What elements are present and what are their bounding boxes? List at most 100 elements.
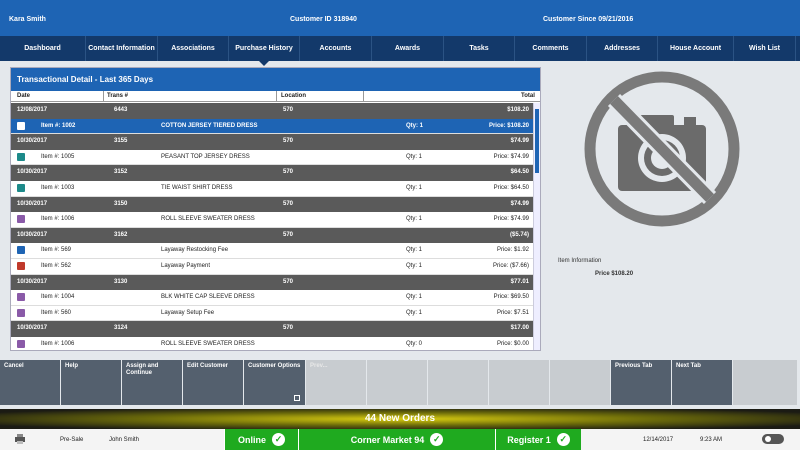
- txn-total: $74.99: [510, 138, 529, 145]
- tab-accounts[interactable]: Accounts: [300, 36, 372, 61]
- item-number: Item #: 1003: [41, 184, 75, 191]
- transaction-row[interactable]: 10/30/2017 3150 570 $74.99: [11, 196, 535, 213]
- txn-date: 10/30/2017: [17, 138, 48, 145]
- help-button[interactable]: Help: [61, 360, 121, 405]
- transaction-row[interactable]: 10/30/2017 3162 570 ($5.74): [11, 227, 535, 244]
- item-description: PEASANT TOP JERSEY DRESS: [161, 153, 250, 160]
- col-date: Date: [17, 93, 31, 99]
- item-number: Item #: 1005: [41, 153, 75, 160]
- cashier-name: John Smith: [109, 437, 140, 443]
- item-price: Price: $1.92: [496, 247, 529, 254]
- item-price: Price: $74.99: [493, 153, 529, 160]
- customer-options-button[interactable]: Customer Options: [244, 360, 305, 405]
- item-row[interactable]: Item #: 562 Layaway Payment Qty: 1 Price: (…: [11, 258, 535, 275]
- tab-tasks[interactable]: Tasks: [444, 36, 515, 61]
- previous-tab-button[interactable]: Previous Tab: [611, 360, 671, 405]
- txn-location: 570: [283, 200, 294, 207]
- check-icon: ✓: [272, 433, 285, 446]
- txn-number: 3162: [114, 231, 128, 238]
- tab-comments[interactable]: Comments: [515, 36, 587, 61]
- button-label: Help: [65, 363, 79, 369]
- item-number: Item #: 1004: [41, 294, 75, 301]
- tab-dashboard[interactable]: Dashboard: [0, 36, 86, 61]
- item-row[interactable]: Item #: 1005 PEASANT TOP JERSEY DRESS Qty:…: [11, 149, 535, 166]
- transaction-row[interactable]: 10/30/2017 3152 570 $64.50: [11, 165, 535, 181]
- assign-and-continue-button[interactable]: Assign and Continue: [122, 360, 182, 405]
- item-qty: Qty: 1: [406, 216, 423, 223]
- item-number: Item #: 1006: [41, 340, 75, 347]
- item-row[interactable]: Item #: 560 Layaway Setup Fee Qty: 1 Price:…: [11, 305, 535, 322]
- item-row[interactable]: Item #: 1006 ROLL SLEEVE SWEATER DRESS Qty…: [11, 212, 535, 228]
- list-scrollbar[interactable]: [533, 103, 540, 350]
- cancel-button[interactable]: Cancel: [0, 360, 60, 405]
- status-time: 9:23 AM: [700, 437, 723, 443]
- empty-button: [428, 360, 488, 405]
- transaction-row[interactable]: 12/08/2017 6443 570 $108.20: [11, 103, 535, 119]
- txn-total: $74.99: [510, 200, 529, 207]
- txn-date: 10/30/2017: [17, 200, 48, 207]
- item-row[interactable]: Item #: 1003 TIE WAIST SHIRT DRESS Qty: 1 P…: [11, 180, 535, 197]
- txn-total: $17.00: [510, 325, 529, 332]
- tab-addresses[interactable]: Addresses: [587, 36, 658, 61]
- bag-icon: [17, 246, 25, 255]
- button-label: Next Tab: [676, 363, 701, 369]
- button-label: Edit Customer: [187, 363, 229, 369]
- tab-house-account[interactable]: House Account: [658, 36, 734, 61]
- pk-icon: [17, 293, 25, 302]
- txn-number: 6443: [114, 107, 128, 113]
- item-price: Price: $7.51: [496, 309, 529, 316]
- tab-awards[interactable]: Awards: [372, 36, 444, 61]
- go-icon: [17, 152, 25, 161]
- txn-location: 570: [283, 138, 294, 145]
- txn-number: 3152: [114, 169, 128, 176]
- item-number: Item #: 569: [41, 247, 72, 254]
- col-divider: [103, 91, 104, 101]
- pk-icon: [17, 339, 25, 348]
- txn-location: 570: [283, 231, 294, 238]
- register-status: Register 1 ✓: [495, 429, 581, 450]
- txn-date: 10/30/2017: [17, 169, 48, 176]
- tab-purchase-history[interactable]: Purchase History: [229, 36, 300, 66]
- edit-customer-button[interactable]: Edit Customer: [183, 360, 243, 405]
- item-description: ROLL SLEEVE SWEATER DRESS: [161, 340, 255, 347]
- col-location: Location: [281, 93, 306, 99]
- item-description: ROLL SLEEVE SWEATER DRESS: [161, 216, 255, 223]
- item-price: Price: $74.99: [493, 216, 529, 223]
- tab-wish-list[interactable]: Wish List: [734, 36, 796, 61]
- next-tab-button[interactable]: Next Tab: [672, 360, 732, 405]
- item-row[interactable]: Item #: 569 Layaway Restocking Fee Qty: 1 P…: [11, 243, 535, 259]
- empty-button: [733, 360, 797, 405]
- item-description: Layaway Restocking Fee: [161, 247, 229, 254]
- txn-location: 570: [283, 107, 294, 113]
- transaction-row[interactable]: 10/30/2017 3155 570 $74.99: [11, 134, 535, 150]
- column-header: Date Trans # Location Total: [11, 91, 540, 102]
- item-row[interactable]: Item #: 1002 COTTON JERSEY TIERED DRESS Qt…: [11, 118, 535, 135]
- transaction-list[interactable]: 12/08/2017 6443 570 $108.20 Item #: 1002 COTT…: [11, 103, 535, 350]
- empty-button: [367, 360, 427, 405]
- item-description: TIE WAIST SHIRT DRESS: [161, 184, 233, 191]
- item-number: Item #: 562: [41, 262, 72, 269]
- panel-title: Transactional Detail - Last 365 Days: [11, 68, 540, 91]
- item-row[interactable]: Item #: 1004 BLK WHITE CAP SLEEVE DRESS Qt…: [11, 290, 535, 306]
- bag-icon: [17, 121, 25, 130]
- tab-contact-information[interactable]: Contact Information: [86, 36, 158, 61]
- item-qty: Qty: 1: [406, 294, 423, 301]
- item-info-label: Item Information: [558, 258, 602, 264]
- store-status: Corner Market 94 ✓: [298, 429, 495, 450]
- transaction-row[interactable]: 10/30/2017 3130 570 $77.01: [11, 274, 535, 291]
- item-number: Item #: 1006: [41, 216, 75, 223]
- check-icon: ✓: [556, 433, 570, 446]
- transaction-panel: Transactional Detail - Last 365 Days Dat…: [10, 67, 541, 351]
- scrollbar-thumb[interactable]: [535, 109, 539, 173]
- transaction-row[interactable]: 10/30/2017 3124 570 $17.00: [11, 321, 535, 337]
- item-qty: Qty: 0: [406, 340, 423, 347]
- toggle-icon[interactable]: [762, 434, 784, 446]
- tab-associations[interactable]: Associations: [158, 36, 229, 61]
- item-row[interactable]: Item #: 1006 ROLL SLEEVE SWEATER DRESS Qty…: [11, 336, 535, 350]
- customer-id: Customer ID 318940: [290, 16, 357, 23]
- item-number: Item #: 560: [41, 309, 72, 316]
- new-orders-banner[interactable]: 44 New Orders: [0, 409, 800, 429]
- item-qty: Qty: 1: [406, 122, 424, 129]
- empty-button: [489, 360, 549, 405]
- item-qty: Qty: 1: [406, 247, 423, 254]
